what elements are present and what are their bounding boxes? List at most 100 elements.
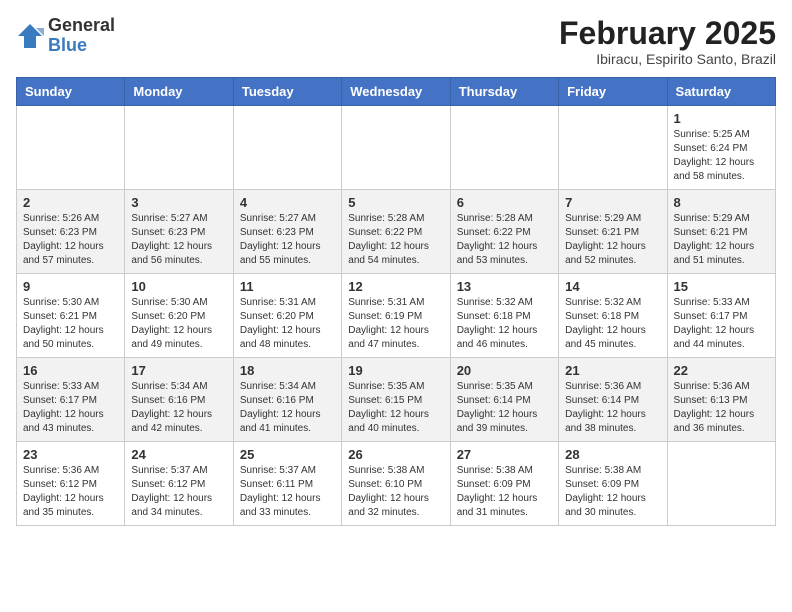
day-number: 20 (457, 363, 552, 378)
day-number: 14 (565, 279, 660, 294)
day-number: 23 (23, 447, 118, 462)
day-number: 1 (674, 111, 769, 126)
day-number: 13 (457, 279, 552, 294)
title-area: February 2025 Ibiracu, Espirito Santo, B… (559, 16, 776, 67)
day-number: 19 (348, 363, 443, 378)
day-cell: 27 Sunrise: 5:38 AM Sunset: 6:09 PM Dayli… (450, 442, 558, 526)
day-info: Sunrise: 5:37 AM Sunset: 6:11 PM Dayligh… (240, 464, 335, 520)
day-cell: 5 Sunrise: 5:28 AM Sunset: 6:22 PM Daylig… (342, 190, 450, 274)
week-row-4: 16 Sunrise: 5:33 AM Sunset: 6:17 PM Dayli… (17, 358, 776, 442)
day-number: 7 (565, 195, 660, 210)
calendar-body: 1 Sunrise: 5:25 AM Sunset: 6:24 PM Daylig… (17, 106, 776, 526)
header-monday: Monday (125, 78, 233, 106)
day-cell: 23 Sunrise: 5:36 AM Sunset: 6:12 PM Dayli… (17, 442, 125, 526)
day-info: Sunrise: 5:26 AM Sunset: 6:23 PM Dayligh… (23, 212, 118, 268)
day-cell: 22Sunrise: 5:36 AM Sunset: 6:13 PM Dayli… (667, 358, 775, 442)
day-info: Sunrise: 5:28 AM Sunset: 6:22 PM Dayligh… (348, 212, 443, 268)
day-number: 17 (131, 363, 226, 378)
day-number: 3 (131, 195, 226, 210)
day-number: 4 (240, 195, 335, 210)
day-info: Sunrise: 5:33 AM Sunset: 6:17 PM Dayligh… (674, 296, 769, 352)
day-cell: 17Sunrise: 5:34 AM Sunset: 6:16 PM Dayli… (125, 358, 233, 442)
day-cell: 15 Sunrise: 5:33 AM Sunset: 6:17 PM Dayli… (667, 274, 775, 358)
day-info: Sunrise: 5:30 AM Sunset: 6:20 PM Dayligh… (131, 296, 226, 352)
header-sunday: Sunday (17, 78, 125, 106)
day-cell: 12 Sunrise: 5:31 AM Sunset: 6:19 PM Dayli… (342, 274, 450, 358)
day-number: 5 (348, 195, 443, 210)
header-row: SundayMondayTuesdayWednesdayThursdayFrid… (17, 78, 776, 106)
week-row-3: 9Sunrise: 5:30 AM Sunset: 6:21 PM Daylig… (17, 274, 776, 358)
day-number: 11 (240, 279, 335, 294)
day-number: 15 (674, 279, 769, 294)
day-info: Sunrise: 5:32 AM Sunset: 6:18 PM Dayligh… (457, 296, 552, 352)
day-info: Sunrise: 5:36 AM Sunset: 6:12 PM Dayligh… (23, 464, 118, 520)
day-cell: 13 Sunrise: 5:32 AM Sunset: 6:18 PM Dayli… (450, 274, 558, 358)
header-tuesday: Tuesday (233, 78, 341, 106)
day-info: Sunrise: 5:27 AM Sunset: 6:23 PM Dayligh… (240, 212, 335, 268)
day-cell: 7 Sunrise: 5:29 AM Sunset: 6:21 PM Daylig… (559, 190, 667, 274)
day-info: Sunrise: 5:36 AM Sunset: 6:13 PM Dayligh… (674, 380, 769, 436)
day-cell: 4 Sunrise: 5:27 AM Sunset: 6:23 PM Daylig… (233, 190, 341, 274)
day-number: 27 (457, 447, 552, 462)
day-cell: 25 Sunrise: 5:37 AM Sunset: 6:11 PM Dayli… (233, 442, 341, 526)
day-number: 24 (131, 447, 226, 462)
month-title: February 2025 (559, 16, 776, 51)
day-number: 9 (23, 279, 118, 294)
logo-text: General Blue (48, 16, 115, 56)
day-number: 16 (23, 363, 118, 378)
logo: General Blue (16, 16, 115, 56)
day-info: Sunrise: 5:31 AM Sunset: 6:19 PM Dayligh… (348, 296, 443, 352)
day-cell: 9Sunrise: 5:30 AM Sunset: 6:21 PM Daylig… (17, 274, 125, 358)
week-row-1: 1 Sunrise: 5:25 AM Sunset: 6:24 PM Daylig… (17, 106, 776, 190)
day-cell: 1 Sunrise: 5:25 AM Sunset: 6:24 PM Daylig… (667, 106, 775, 190)
day-cell (233, 106, 341, 190)
logo-blue: Blue (48, 36, 115, 56)
day-cell: 3 Sunrise: 5:27 AM Sunset: 6:23 PM Daylig… (125, 190, 233, 274)
day-number: 10 (131, 279, 226, 294)
day-number: 8 (674, 195, 769, 210)
day-cell: 20 Sunrise: 5:35 AM Sunset: 6:14 PM Dayli… (450, 358, 558, 442)
day-number: 25 (240, 447, 335, 462)
day-cell: 10 Sunrise: 5:30 AM Sunset: 6:20 PM Dayli… (125, 274, 233, 358)
day-info: Sunrise: 5:27 AM Sunset: 6:23 PM Dayligh… (131, 212, 226, 268)
day-cell: 26Sunrise: 5:38 AM Sunset: 6:10 PM Dayli… (342, 442, 450, 526)
calendar-table: SundayMondayTuesdayWednesdayThursdayFrid… (16, 77, 776, 526)
header-saturday: Saturday (667, 78, 775, 106)
day-number: 18 (240, 363, 335, 378)
day-cell: 6Sunrise: 5:28 AM Sunset: 6:22 PM Daylig… (450, 190, 558, 274)
calendar-header: SundayMondayTuesdayWednesdayThursdayFrid… (17, 78, 776, 106)
day-cell: 14 Sunrise: 5:32 AM Sunset: 6:18 PM Dayli… (559, 274, 667, 358)
day-info: Sunrise: 5:35 AM Sunset: 6:14 PM Dayligh… (457, 380, 552, 436)
day-number: 12 (348, 279, 443, 294)
day-info: Sunrise: 5:25 AM Sunset: 6:24 PM Dayligh… (674, 128, 769, 184)
day-cell: 2 Sunrise: 5:26 AM Sunset: 6:23 PM Daylig… (17, 190, 125, 274)
header-wednesday: Wednesday (342, 78, 450, 106)
day-cell (667, 442, 775, 526)
day-cell: 24Sunrise: 5:37 AM Sunset: 6:12 PM Dayli… (125, 442, 233, 526)
day-info: Sunrise: 5:36 AM Sunset: 6:14 PM Dayligh… (565, 380, 660, 436)
day-info: Sunrise: 5:33 AM Sunset: 6:17 PM Dayligh… (23, 380, 118, 436)
day-cell: 16 Sunrise: 5:33 AM Sunset: 6:17 PM Dayli… (17, 358, 125, 442)
logo-general: General (48, 16, 115, 36)
header-friday: Friday (559, 78, 667, 106)
day-info: Sunrise: 5:35 AM Sunset: 6:15 PM Dayligh… (348, 380, 443, 436)
day-number: 21 (565, 363, 660, 378)
week-row-2: 2 Sunrise: 5:26 AM Sunset: 6:23 PM Daylig… (17, 190, 776, 274)
day-cell: 28Sunrise: 5:38 AM Sunset: 6:09 PM Dayli… (559, 442, 667, 526)
location: Ibiracu, Espirito Santo, Brazil (559, 51, 776, 67)
day-cell (125, 106, 233, 190)
day-cell (342, 106, 450, 190)
day-info: Sunrise: 5:28 AM Sunset: 6:22 PM Dayligh… (457, 212, 552, 268)
day-cell: 19 Sunrise: 5:35 AM Sunset: 6:15 PM Dayli… (342, 358, 450, 442)
week-row-5: 23 Sunrise: 5:36 AM Sunset: 6:12 PM Dayli… (17, 442, 776, 526)
day-info: Sunrise: 5:29 AM Sunset: 6:21 PM Dayligh… (565, 212, 660, 268)
day-number: 2 (23, 195, 118, 210)
day-info: Sunrise: 5:38 AM Sunset: 6:10 PM Dayligh… (348, 464, 443, 520)
day-info: Sunrise: 5:38 AM Sunset: 6:09 PM Dayligh… (565, 464, 660, 520)
day-info: Sunrise: 5:31 AM Sunset: 6:20 PM Dayligh… (240, 296, 335, 352)
day-cell (17, 106, 125, 190)
page-header: General Blue February 2025 Ibiracu, Espi… (16, 16, 776, 67)
day-info: Sunrise: 5:32 AM Sunset: 6:18 PM Dayligh… (565, 296, 660, 352)
header-thursday: Thursday (450, 78, 558, 106)
day-info: Sunrise: 5:38 AM Sunset: 6:09 PM Dayligh… (457, 464, 552, 520)
